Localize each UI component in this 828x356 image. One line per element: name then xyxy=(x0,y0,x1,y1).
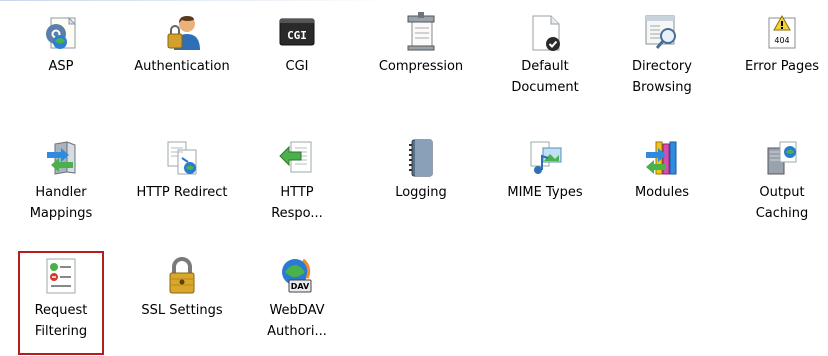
default-document-icon xyxy=(525,12,565,52)
feature-label: ASP xyxy=(48,59,74,74)
feature-asp[interactable]: ASP xyxy=(12,12,110,77)
feature-error-pages[interactable]: 404 Error Pages xyxy=(733,12,828,77)
feature-label: Output Caching xyxy=(755,185,809,221)
logging-icon xyxy=(401,138,441,178)
feature-directory-browsing[interactable]: Directory Browsing xyxy=(613,12,711,98)
cgi-icon: CGI xyxy=(277,12,317,52)
feature-label: Default Document xyxy=(511,59,579,95)
feature-label: HTTP Redirect xyxy=(136,185,228,200)
feature-cgi[interactable]: CGI CGI xyxy=(248,12,346,77)
output-caching-icon xyxy=(762,138,802,178)
directory-browsing-icon xyxy=(642,12,682,52)
webdav-icon-text: DAV xyxy=(291,282,310,291)
feature-http-redirect[interactable]: HTTP Redirect xyxy=(133,138,231,203)
feature-label: Authentication xyxy=(134,59,230,74)
feature-webdav-authoring[interactable]: DAV WebDAV Authori... xyxy=(248,256,346,342)
modules-icon xyxy=(642,138,682,178)
feature-label: Compression xyxy=(378,59,464,74)
feature-output-caching[interactable]: Output Caching xyxy=(733,138,828,224)
feature-label: SSL Settings xyxy=(141,303,223,318)
ssl-settings-icon xyxy=(162,256,202,296)
feature-authentication[interactable]: Authentication xyxy=(133,12,231,77)
compression-icon xyxy=(401,12,441,52)
cgi-icon-text: CGI xyxy=(287,29,307,42)
feature-logging[interactable]: Logging xyxy=(372,138,470,203)
mime-types-icon xyxy=(525,138,565,178)
http-response-headers-icon xyxy=(277,138,317,178)
feature-compression[interactable]: Compression xyxy=(372,12,470,77)
feature-handler-mappings[interactable]: Handler Mappings xyxy=(12,138,110,224)
feature-label: Error Pages xyxy=(744,59,820,74)
feature-default-document[interactable]: Default Document xyxy=(496,12,594,98)
feature-label: CGI xyxy=(285,59,309,74)
feature-label: Logging xyxy=(395,185,447,200)
handler-mappings-icon xyxy=(41,138,81,178)
features-view: ASP Authentication CGI CGI Compression D… xyxy=(0,0,828,356)
feature-label: Handler Mappings xyxy=(29,185,93,221)
authentication-icon xyxy=(162,12,202,52)
feature-mime-types[interactable]: MIME Types xyxy=(496,138,594,203)
feature-label: HTTP Respo... xyxy=(271,185,323,221)
http-redirect-icon xyxy=(162,138,202,178)
feature-modules[interactable]: Modules xyxy=(613,138,711,203)
webdav-authoring-icon: DAV xyxy=(277,256,317,296)
error-pages-icon: 404 xyxy=(762,12,802,52)
feature-http-response-headers[interactable]: HTTP Respo... xyxy=(248,138,346,224)
feature-label: MIME Types xyxy=(507,185,583,200)
error-pages-icon-text: 404 xyxy=(774,36,789,45)
feature-label: Directory Browsing xyxy=(632,59,692,95)
selection-highlight xyxy=(18,251,104,355)
feature-label: WebDAV Authori... xyxy=(267,303,327,339)
feature-label: Modules xyxy=(634,185,690,200)
feature-ssl-settings[interactable]: SSL Settings xyxy=(133,256,231,321)
asp-icon xyxy=(41,12,81,52)
